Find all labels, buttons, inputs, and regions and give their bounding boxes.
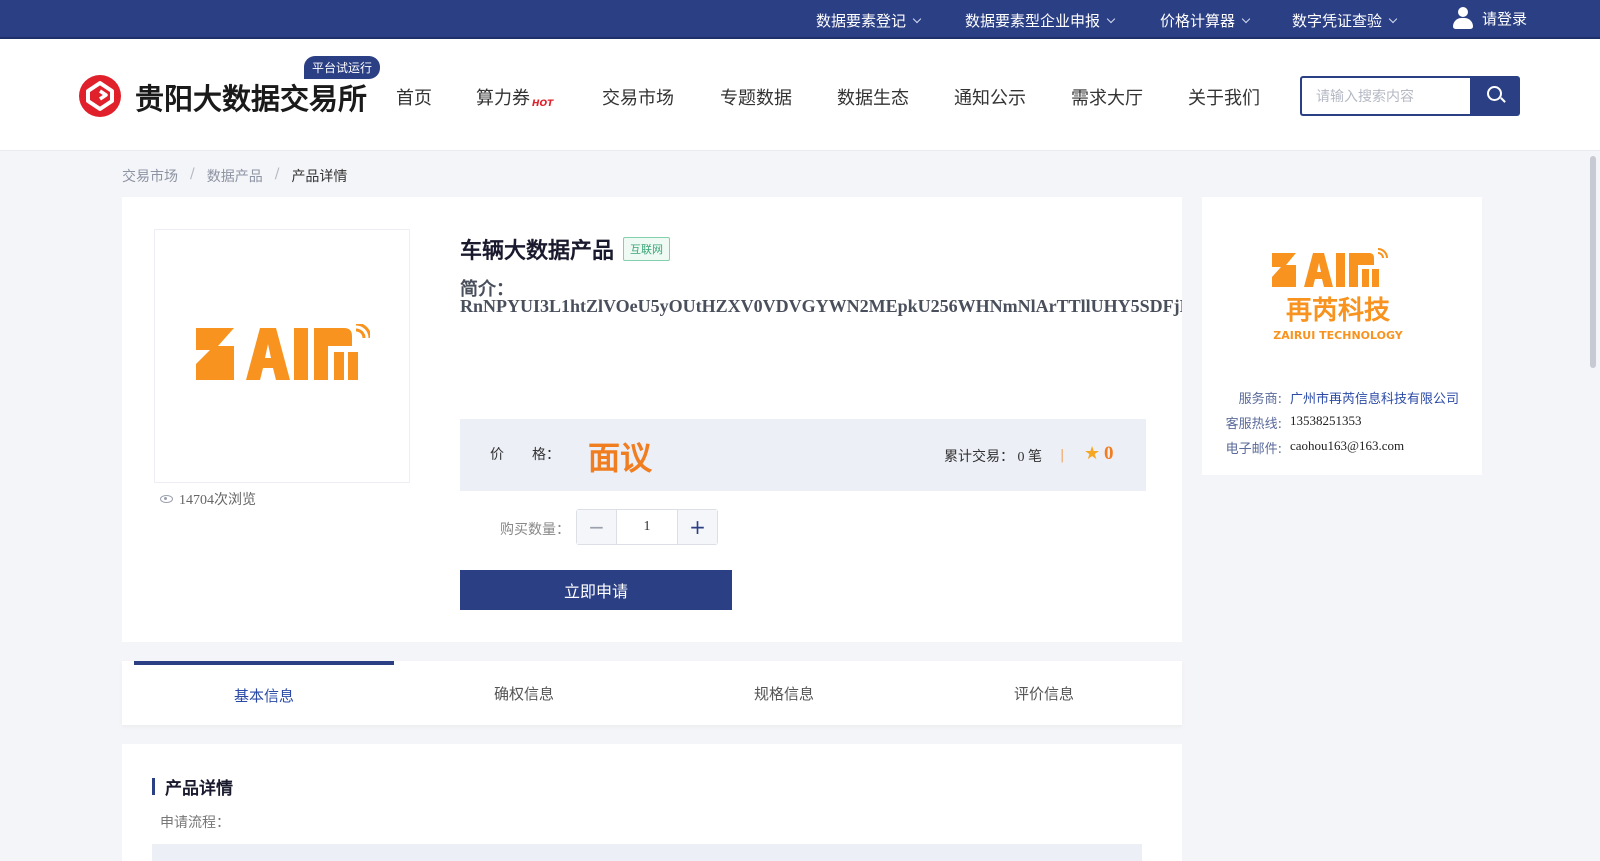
- section-accent-bar: [152, 778, 155, 795]
- nav-label: 交易市场: [602, 88, 674, 109]
- rating-value: 0: [1104, 443, 1114, 464]
- login-label: 请登录: [1482, 9, 1528, 28]
- chevron-down-icon: [1106, 14, 1116, 24]
- provider-email-value: caohou163@163.com: [1290, 438, 1405, 453]
- nav-item-compute-voucher[interactable]: 算力券 HOT: [476, 84, 553, 110]
- breadcrumb-item-current: 产品详情: [291, 169, 348, 185]
- site-name[interactable]: 贵阳大数据交易所: [135, 76, 367, 118]
- provider-email-row: 电子邮件: caohou163@163.com: [1222, 438, 1405, 457]
- product-title: 车辆大数据产品: [460, 239, 615, 264]
- star-icon: ★: [1084, 443, 1101, 464]
- topbar-item-certificate-check[interactable]: 数字凭证查验: [1292, 10, 1398, 31]
- tab-review-info[interactable]: 评价信息: [914, 661, 1174, 725]
- product-details-section: 产品详情 申请流程：: [122, 744, 1182, 861]
- login-link[interactable]: 请登录: [1452, 5, 1527, 31]
- tab-rights-info[interactable]: 确权信息: [394, 661, 654, 725]
- divider: |: [1060, 448, 1065, 463]
- tab-basic-info[interactable]: 基本信息: [134, 661, 394, 725]
- application-flow-panel: [152, 844, 1142, 861]
- view-count: 14704次浏览: [160, 489, 256, 509]
- topbar-item-enterprise-declaration[interactable]: 数据要素型企业申报: [965, 10, 1116, 31]
- breadcrumb-separator: /: [274, 166, 280, 182]
- tab-spec-info[interactable]: 规格信息: [654, 661, 914, 725]
- provider-logo: 再芮科技 ZAIRUI TECHNOLOGY: [1268, 247, 1408, 347]
- topbar-item-price-calculator[interactable]: 价格计算器: [1160, 10, 1251, 31]
- provider-email-key: 电子邮件:: [1225, 442, 1282, 457]
- breadcrumb-item-market[interactable]: 交易市场: [122, 166, 178, 186]
- increase-button[interactable]: +: [677, 510, 717, 544]
- breadcrumb-item-data-products[interactable]: 数据产品: [207, 166, 263, 186]
- section-title: 产品详情: [152, 774, 233, 799]
- provider-hotline-value: 13538251353: [1290, 413, 1362, 428]
- nav-label: 专题数据: [720, 88, 792, 109]
- quantity-label: 购买数量：: [500, 522, 570, 538]
- nav-label: 首页: [396, 88, 432, 109]
- section-title-text: 产品详情: [165, 779, 233, 799]
- provider-hotline-key: 客服热线:: [1225, 417, 1282, 432]
- nav-label: 需求大厅: [1071, 88, 1143, 109]
- topbar-item-label: 数据要素登记: [816, 12, 907, 30]
- price-label: 价 格：: [490, 447, 560, 463]
- nav-label: 算力券: [476, 88, 530, 109]
- provider-logo-en: ZAIRUI TECHNOLOGY: [1273, 329, 1404, 342]
- chevron-down-icon: [1388, 14, 1398, 24]
- product-card: 14704次浏览 车辆大数据产品 互联网 简介： RnNPYUI3L1htZlV…: [122, 197, 1182, 642]
- decrease-button[interactable]: −: [577, 510, 617, 544]
- chevron-down-icon: [1241, 14, 1251, 24]
- topbar-item-label: 数字凭证查验: [1292, 12, 1383, 30]
- breadcrumb-separator: /: [190, 166, 195, 182]
- main-header: 贵阳大数据交易所 平台试运行 首页 算力券 HOT 交易市场 专题数据 数据生态 …: [0, 39, 1600, 151]
- nav-item-notices[interactable]: 通知公示: [954, 84, 1026, 110]
- nav-item-about[interactable]: 关于我们: [1188, 84, 1260, 110]
- application-flow-label: 申请流程：: [160, 815, 230, 831]
- provider-hotline-row: 客服热线: 13538251353: [1222, 413, 1362, 432]
- zairui-logo-image: [196, 324, 370, 380]
- quantity-input[interactable]: [617, 510, 677, 544]
- user-icon: [1452, 5, 1474, 31]
- provider-card: 再芮科技 ZAIRUI TECHNOLOGY 服务商: 广州市再芮信息科技有限公…: [1202, 197, 1482, 475]
- search-input[interactable]: [1300, 76, 1471, 116]
- provider-name-row: 服务商: 广州市再芮信息科技有限公司: [1222, 388, 1459, 407]
- provider-name-key: 服务商:: [1238, 392, 1282, 407]
- trade-count: 累计交易： 0 笔: [944, 446, 1042, 466]
- detail-tabs: 基本信息 确权信息 规格信息 评价信息: [122, 661, 1182, 725]
- provider-name-link[interactable]: 广州市再芮信息科技有限公司: [1290, 388, 1459, 407]
- nav-item-home[interactable]: 首页: [396, 84, 432, 110]
- nav-item-topic-data[interactable]: 专题数据: [720, 84, 792, 110]
- nav-item-ecosystem[interactable]: 数据生态: [837, 84, 909, 110]
- apply-now-button[interactable]: 立即申请: [460, 570, 732, 610]
- trade-count-value: 0 笔: [1017, 450, 1043, 465]
- product-image: [154, 229, 410, 483]
- quantity-stepper: − +: [576, 509, 718, 545]
- eye-icon: [160, 495, 173, 503]
- trial-badge: 平台试运行: [304, 56, 381, 79]
- chevron-down-icon: [912, 14, 922, 24]
- search-button[interactable]: [1470, 76, 1520, 116]
- intro-text: RnNPYUI3L1htZlVOeU5yOUtHZXV0VDVGYWN2MEpk…: [460, 296, 1182, 316]
- top-utility-bar: 数据要素登记 数据要素型企业申报 价格计算器 数字凭证查验 请登录: [0, 0, 1600, 39]
- nav-item-demand-hall[interactable]: 需求大厅: [1071, 84, 1143, 110]
- category-tag: 互联网: [623, 237, 670, 261]
- nav-label: 数据生态: [837, 88, 909, 109]
- view-count-text: 14704次浏览: [179, 493, 256, 508]
- nav-label: 通知公示: [954, 88, 1026, 109]
- topbar-item-label: 数据要素型企业申报: [965, 12, 1101, 30]
- breadcrumb: 交易市场 / 数据产品 / 产品详情: [122, 166, 347, 186]
- price-panel: 价 格： 面议 累计交易： 0 笔 | ★ 0: [460, 419, 1146, 491]
- topbar-item-label: 价格计算器: [1160, 12, 1236, 30]
- price-value: 面议: [588, 439, 653, 477]
- trade-label: 累计交易：: [944, 450, 1014, 465]
- topbar-item-data-registration[interactable]: 数据要素登记: [816, 10, 922, 31]
- scrollbar-thumb[interactable]: [1590, 156, 1596, 368]
- hot-badge-icon: HOT: [532, 99, 554, 109]
- nav-item-market[interactable]: 交易市场: [602, 84, 674, 110]
- exchange-logo-icon[interactable]: [79, 75, 121, 117]
- provider-logo-cn: 再芮科技: [1286, 296, 1390, 326]
- nav-label: 关于我们: [1188, 88, 1260, 109]
